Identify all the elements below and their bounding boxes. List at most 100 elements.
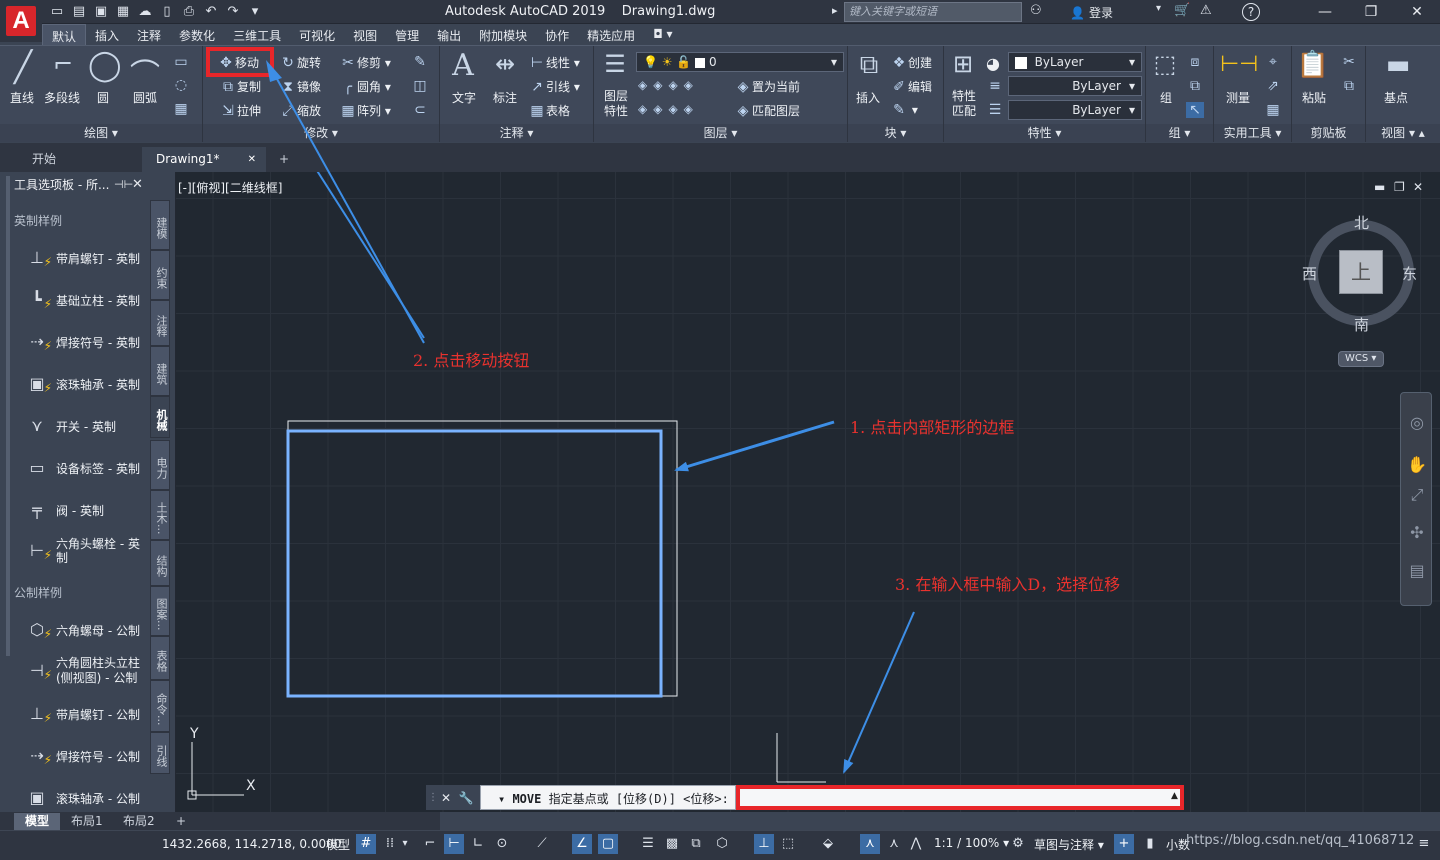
leader-button[interactable]: ↗ 引线 ▾	[528, 78, 580, 95]
help-icon[interactable]: ?	[1242, 3, 1260, 21]
ribbon-tab[interactable]: 默认	[42, 24, 87, 45]
annotation-panel-title[interactable]: 注释 ▾	[440, 124, 593, 142]
table-button[interactable]: ▦ 表格	[528, 102, 570, 119]
lineweight-dropdown[interactable]: ByLayer ▾	[1008, 100, 1142, 120]
ribbon-tab[interactable]: 精选应用	[578, 24, 644, 45]
palette-tab-tables[interactable]: 表格	[150, 636, 170, 680]
compass-south[interactable]: 南	[1354, 314, 1369, 335]
base-view-icon[interactable]: ▬	[1378, 50, 1418, 80]
pan-icon[interactable]: ✋	[1407, 455, 1427, 474]
text-icon[interactable]: A	[446, 48, 480, 83]
polyline-button[interactable]: 多段线	[44, 89, 80, 106]
drawing-tab[interactable]: Drawing1* ✕	[142, 147, 266, 172]
layer-tools-row2[interactable]: ◈◈◈◈	[638, 102, 699, 116]
palette-tab-leaders[interactable]: 引线	[150, 732, 170, 774]
compass-east[interactable]: 东	[1402, 263, 1417, 284]
calculator-icon[interactable]: ▦	[1264, 102, 1282, 118]
palette-tab-annotation[interactable]: 注释	[150, 300, 170, 346]
insert-icon[interactable]: ⧉	[852, 50, 886, 81]
viewcube-top-face[interactable]: 上	[1339, 250, 1383, 294]
autohide-icon[interactable]: ⊣⊢	[114, 178, 133, 191]
print-icon[interactable]: ⎙	[180, 3, 198, 21]
arc-button[interactable]: 圆弧	[133, 89, 157, 106]
copy-clip-icon[interactable]: ⧉	[1340, 78, 1358, 94]
palette-tab-civil[interactable]: 土木...	[150, 490, 170, 540]
palette-item[interactable]: ⊢ ⚡ 六角头螺栓 - 英制	[24, 537, 148, 565]
id-point-icon[interactable]: ⌖	[1264, 54, 1282, 70]
steering-wheel-icon[interactable]: ◎	[1407, 413, 1427, 432]
hatch-icon[interactable]: ◌	[172, 77, 190, 93]
palette-grip[interactable]	[6, 176, 10, 656]
palette-close-icon[interactable]: ✕	[132, 177, 143, 192]
linetype-icon[interactable]: ≡	[986, 78, 1004, 94]
inner-rectangle-selected[interactable]	[286, 429, 663, 698]
group-button[interactable]: 组	[1160, 89, 1172, 106]
group-edit-icon[interactable]: ⧉	[1186, 78, 1204, 94]
paste-icon[interactable]: 📋	[1296, 50, 1330, 80]
layer-properties-button[interactable]: 图层特性	[604, 89, 632, 119]
showmotion-icon[interactable]: ▤	[1407, 561, 1427, 580]
command-customize-icon[interactable]: 🔧	[456, 791, 476, 805]
ungroup-icon[interactable]: ⧈	[1186, 54, 1204, 70]
palette-item[interactable]: ⊥ ⚡ 带肩螺钉 - 英制	[24, 245, 148, 271]
lineweight-toggle-icon[interactable]: ☰	[638, 834, 658, 854]
ribbon-tab[interactable]: 三维工具	[224, 24, 290, 45]
object-snap-icon[interactable]: ▢	[598, 834, 618, 854]
gizmo-icon[interactable]: ⬙	[818, 834, 838, 854]
command-grip-icon[interactable]: ⋮	[428, 792, 438, 803]
palette-tab-constraints[interactable]: 约束	[150, 250, 170, 300]
quick-select-icon[interactable]: ⇗	[1264, 78, 1282, 94]
base-view-button[interactable]: 基点	[1384, 89, 1408, 106]
groups-panel-title[interactable]: 组 ▾	[1146, 124, 1213, 142]
layer-tools-row1[interactable]: ◈◈◈◈	[638, 78, 699, 92]
palette-tab-electrical[interactable]: 电力	[150, 440, 170, 490]
palette-item[interactable]: ▭ 设备标签 - 英制	[24, 455, 148, 481]
create-block-button[interactable]: ❖ 创建	[890, 54, 932, 71]
circle-button[interactable]: 圆	[97, 89, 109, 106]
palette-item[interactable]: ╤ 阀 - 英制	[24, 497, 148, 523]
close-window-button[interactable]: ✕	[1394, 0, 1440, 24]
start-tab[interactable]: 开始	[18, 147, 142, 172]
palette-tab-modeling[interactable]: 建模	[150, 200, 170, 250]
palette-tab-architectural[interactable]: 建筑	[150, 346, 170, 396]
palette-item[interactable]: ⬡ ⚡ 六角螺母 - 公制	[24, 617, 148, 643]
qat-dropdown-icon[interactable]: ▾	[246, 3, 264, 21]
search-input[interactable]: 键入关键字或短语	[844, 2, 1022, 22]
match-properties-icon[interactable]: ⊞	[948, 50, 978, 78]
edit-block-button[interactable]: ✐ 编辑	[890, 78, 932, 95]
dimension-button[interactable]: 标注	[493, 89, 517, 106]
dynamic-ucs-icon[interactable]: ⊥	[754, 834, 774, 854]
search-expand-icon[interactable]: ▸	[832, 4, 838, 17]
match-properties-button[interactable]: 特性匹配	[952, 89, 980, 119]
workspace-switcher[interactable]: 草图与注释 ▾	[1034, 836, 1104, 853]
palette-tab-structural[interactable]: 结构	[150, 540, 170, 586]
ribbon-tab[interactable]: 附加模块	[470, 24, 536, 45]
color-dropdown[interactable]: ByLayer ▾	[1008, 52, 1142, 72]
properties-panel-title[interactable]: 特性 ▾	[944, 124, 1145, 142]
line-icon[interactable]: ╱	[8, 50, 38, 85]
palette-item[interactable]: ⊣ ⚡ 六角圆柱头立柱 (侧视图) - 公制	[24, 656, 148, 686]
group-select-icon[interactable]: ↖	[1186, 102, 1204, 118]
match-layer-button[interactable]: ◈ 匹配图层	[734, 102, 800, 119]
clipboard-panel-title[interactable]: 剪贴板	[1292, 124, 1365, 142]
selection-filter-icon[interactable]: ⬚	[778, 834, 798, 854]
layer-dropdown[interactable]: 💡 ☀ 🔓 0 ▾	[636, 52, 844, 72]
insert-button[interactable]: 插入	[856, 89, 880, 106]
zoom-extents-icon[interactable]: ⤢	[1407, 485, 1427, 505]
object-snap-tracking-icon[interactable]: ∠	[572, 834, 592, 854]
color-wheel-icon[interactable]: ◕	[986, 54, 1000, 73]
utilities-panel-title[interactable]: 实用工具 ▾	[1214, 124, 1291, 142]
arc-icon[interactable]: ⌒	[130, 50, 160, 94]
wcs-menu[interactable]: WCS ▾	[1338, 351, 1384, 367]
outer-rectangle[interactable]	[287, 420, 678, 697]
measure-icon[interactable]: ⊢⊣	[1220, 52, 1258, 77]
orbit-icon[interactable]: ✣	[1407, 523, 1427, 542]
ribbon-tab[interactable]: 管理	[386, 24, 428, 45]
palette-item[interactable]: ▣ 滚珠轴承 - 公制	[24, 785, 148, 811]
palette-tab-mechanical[interactable]: 机械	[150, 396, 170, 438]
ortho-icon[interactable]: ∟	[468, 834, 488, 854]
layout2-tab[interactable]: 布局2	[112, 813, 166, 830]
coordinates-readout[interactable]: 1432.2668, 114.2718, 0.0000	[162, 837, 341, 851]
palette-tab-hatch[interactable]: 图案...	[150, 586, 170, 636]
isometric-icon[interactable]: ⟋	[532, 834, 552, 854]
